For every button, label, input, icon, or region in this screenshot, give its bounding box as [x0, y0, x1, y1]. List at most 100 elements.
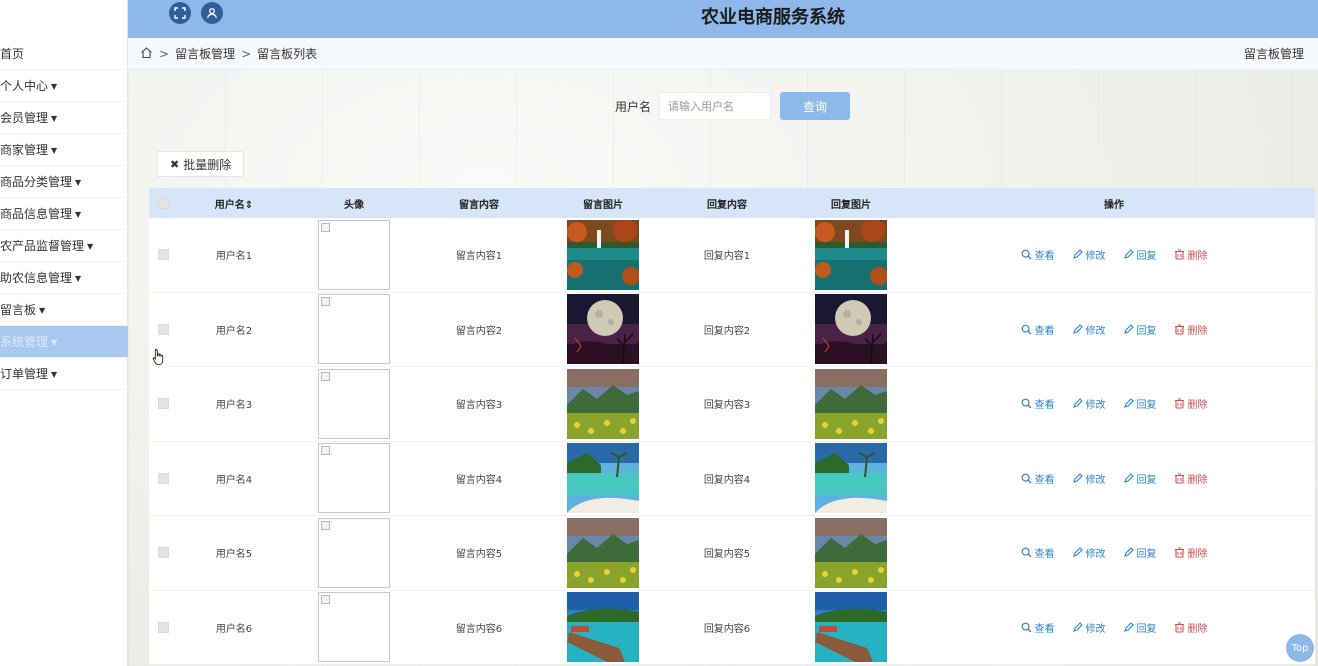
breadcrumb-level1[interactable]: 留言板管理	[175, 45, 235, 62]
view-button[interactable]: 查看	[1021, 471, 1055, 486]
sidebar-item[interactable]: 助农信息管理 ▼	[0, 262, 128, 294]
pencil-icon	[1123, 547, 1134, 558]
view-button[interactable]: 查看	[1021, 396, 1055, 411]
reply-image	[789, 368, 913, 439]
reply-button[interactable]: 回复	[1123, 545, 1157, 560]
sidebar-item[interactable]: 个人中心 ▼	[0, 70, 128, 102]
trash-icon	[1174, 547, 1185, 558]
sidebar-item-label: 留言板	[0, 303, 37, 317]
broken-image-icon	[318, 592, 390, 663]
pencil-icon	[1123, 398, 1134, 409]
sidebar-item[interactable]: 商品分类管理 ▼	[0, 166, 128, 198]
row-checkbox[interactable]	[149, 398, 177, 410]
breadcrumb-separator: >	[241, 46, 252, 61]
delete-button[interactable]: 删除	[1174, 247, 1208, 262]
row-checkbox[interactable]	[149, 547, 177, 559]
batch-delete-button[interactable]: ✖ 批量删除	[157, 151, 245, 177]
edit-button[interactable]: 修改	[1072, 545, 1106, 560]
row-checkbox[interactable]	[149, 249, 177, 261]
col-message-image-header: 留言图片	[583, 199, 623, 211]
cell-reply: 回复内容1	[703, 251, 751, 263]
sidebar-item[interactable]: 订单管理 ▼	[0, 358, 128, 390]
col-reply-header: 回复内容	[707, 199, 747, 211]
edit-button[interactable]: 修改	[1072, 620, 1106, 635]
top-header: 农业电商服务系统	[128, 0, 1318, 38]
search-icon	[1021, 249, 1032, 260]
breadcrumb-separator: >	[159, 46, 170, 61]
table-row: 用户名2 留言内容2 回复内容2 查看 修改 回复 删除	[149, 292, 1315, 367]
col-username-header[interactable]: 用户名⇕	[177, 196, 291, 211]
view-button[interactable]: 查看	[1021, 620, 1055, 635]
delete-button[interactable]: 删除	[1174, 322, 1208, 337]
trash-icon	[1174, 622, 1185, 633]
reply-button[interactable]: 回复	[1123, 471, 1157, 486]
delete-button[interactable]: 删除	[1174, 471, 1208, 486]
sidebar-item[interactable]: 商家管理 ▼	[0, 134, 128, 166]
caret-down-icon: ▼	[51, 337, 58, 347]
edit-button[interactable]: 修改	[1072, 396, 1106, 411]
cell-avatar	[291, 368, 417, 439]
view-button[interactable]: 查看	[1021, 247, 1055, 262]
sidebar-item[interactable]: 系统管理 ▼	[0, 326, 128, 358]
broken-image-icon	[318, 443, 390, 514]
search-icon	[1021, 324, 1032, 335]
search-icon	[1021, 622, 1032, 633]
sidebar-item[interactable]: 农产品监督管理 ▼	[0, 230, 128, 262]
cell-message: 留言内容3	[455, 400, 503, 412]
reply-button[interactable]: 回复	[1123, 620, 1157, 635]
edit-button[interactable]: 修改	[1072, 322, 1106, 337]
view-button[interactable]: 查看	[1021, 322, 1055, 337]
home-icon[interactable]	[140, 46, 153, 62]
message-image	[541, 219, 665, 290]
cell-message: 留言内容6	[455, 623, 503, 635]
row-checkbox[interactable]	[149, 621, 177, 633]
reply-button[interactable]: 回复	[1123, 322, 1157, 337]
row-checkbox[interactable]	[149, 323, 177, 335]
cell-avatar	[291, 517, 417, 588]
sidebar-item-label: 个人中心	[0, 79, 49, 93]
sidebar-item-label: 商品信息管理	[0, 207, 73, 221]
cell-reply: 回复内容6	[703, 623, 751, 635]
back-to-top-button[interactable]: Top	[1286, 634, 1314, 662]
search-icon	[1021, 398, 1032, 409]
reply-image	[789, 219, 913, 290]
sidebar-item-label: 会员管理	[0, 111, 49, 125]
col-ops-header: 操作	[1104, 199, 1124, 211]
caret-down-icon: ▼	[75, 209, 82, 219]
delete-button[interactable]: 删除	[1174, 396, 1208, 411]
caret-down-icon: ▼	[51, 369, 58, 379]
message-image	[541, 294, 665, 365]
search-button[interactable]: 查询	[780, 92, 851, 120]
pencil-icon	[1072, 472, 1083, 484]
cell-username: 用户名3	[215, 400, 253, 412]
reply-button[interactable]: 回复	[1123, 247, 1157, 262]
select-all-checkbox[interactable]	[149, 197, 177, 209]
message-image	[541, 443, 665, 514]
reply-image	[789, 592, 913, 663]
sidebar-item[interactable]: 首页	[0, 38, 128, 70]
cell-username: 用户名5	[215, 549, 253, 561]
message-table: 用户名⇕ 头像 留言内容 留言图片 回复内容 回复图片 操作 用户名1 留言内容…	[149, 188, 1315, 665]
sidebar-item-label: 商品分类管理	[0, 175, 73, 189]
cell-message: 留言内容4	[455, 474, 503, 486]
pencil-icon	[1072, 249, 1083, 260]
trash-icon	[1174, 398, 1185, 409]
sidebar-item-label: 系统管理	[0, 335, 49, 349]
cell-ops: 查看 修改 回复 删除	[913, 322, 1315, 337]
delete-button[interactable]: 删除	[1174, 620, 1208, 635]
edit-button[interactable]: 修改	[1072, 471, 1106, 486]
sidebar-item[interactable]: 留言板 ▼	[0, 294, 128, 326]
username-search-input[interactable]	[659, 92, 772, 120]
table-row: 用户名5 留言内容5 回复内容5 查看 修改 回复 删除	[149, 516, 1315, 591]
cell-username: 用户名6	[215, 623, 253, 635]
sidebar-item[interactable]: 会员管理 ▼	[0, 102, 128, 134]
view-button[interactable]: 查看	[1021, 545, 1055, 560]
row-checkbox[interactable]	[149, 472, 177, 484]
table-row: 用户名3 留言内容3 回复内容3 查看 修改 回复 删除	[149, 367, 1315, 442]
cell-ops: 查看 修改 回复 删除	[913, 396, 1315, 411]
edit-button[interactable]: 修改	[1072, 247, 1106, 262]
sidebar-item[interactable]: 商品信息管理 ▼	[0, 198, 128, 230]
search-label: 用户名	[615, 99, 652, 114]
delete-button[interactable]: 删除	[1174, 545, 1208, 560]
reply-button[interactable]: 回复	[1123, 396, 1157, 411]
